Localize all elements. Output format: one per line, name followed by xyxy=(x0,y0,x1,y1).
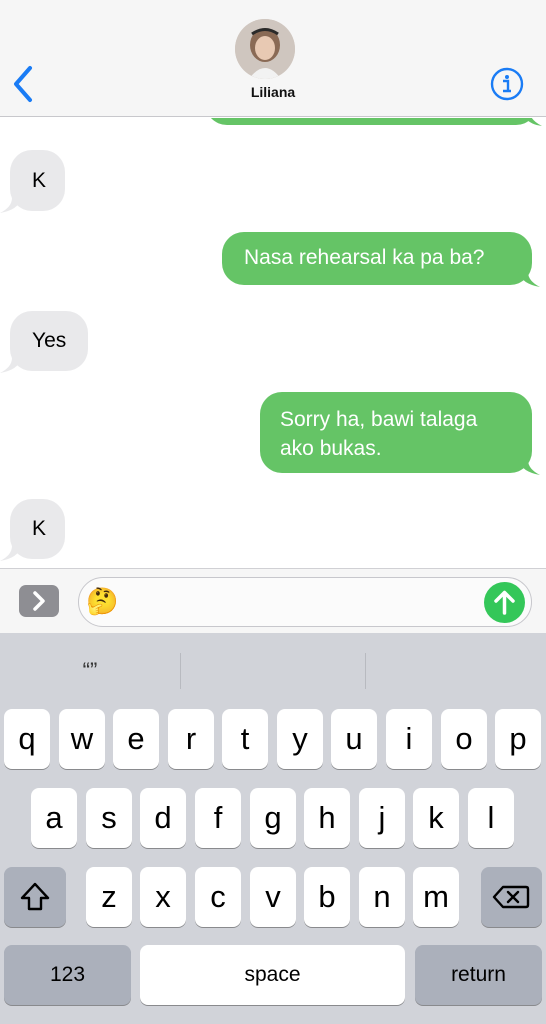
key-q[interactable]: q xyxy=(4,709,50,769)
send-button[interactable] xyxy=(484,582,525,623)
message-text: Yes xyxy=(32,329,67,352)
chevron-right-icon xyxy=(33,591,45,611)
key-h[interactable]: h xyxy=(304,788,350,848)
numbers-key[interactable]: 123 xyxy=(4,945,131,1005)
key-z[interactable]: z xyxy=(86,867,132,927)
input-emoji-text: 🤔 xyxy=(86,586,119,616)
message-text-line: ako bukas. xyxy=(280,437,382,460)
bubble-tail xyxy=(0,198,22,213)
key-t[interactable]: t xyxy=(222,709,268,769)
key-m[interactable]: m xyxy=(413,867,459,927)
key-g[interactable]: g xyxy=(250,788,296,848)
predictive-bar: “” xyxy=(0,633,546,709)
message-thread[interactable]: K Nasa rehearsal ka pa ba? Yes Sorry ha,… xyxy=(0,118,546,568)
message-text-line: Sorry ha, bawi talaga xyxy=(280,408,478,431)
message-bubble-outgoing: Sorry ha, bawi talaga ako bukas. xyxy=(260,392,532,473)
suggestion-item[interactable]: “” xyxy=(0,651,180,691)
return-key[interactable]: return xyxy=(415,945,542,1005)
key-e[interactable]: e xyxy=(113,709,159,769)
key-u[interactable]: u xyxy=(331,709,377,769)
key-a[interactable]: a xyxy=(31,788,77,848)
key-k[interactable]: k xyxy=(413,788,459,848)
key-j[interactable]: j xyxy=(359,788,405,848)
message-text: K xyxy=(32,517,47,540)
key-n[interactable]: n xyxy=(359,867,405,927)
key-b[interactable]: b xyxy=(304,867,350,927)
key-w[interactable]: w xyxy=(59,709,105,769)
message-input[interactable] xyxy=(78,577,532,627)
conversation-header: Liliana xyxy=(0,0,546,117)
contact-name[interactable]: Liliana xyxy=(0,84,546,100)
message-bubble-outgoing: Nasa rehearsal ka pa ba? xyxy=(222,232,532,285)
key-d[interactable]: d xyxy=(140,788,186,848)
key-x[interactable]: x xyxy=(140,867,186,927)
key-v[interactable]: v xyxy=(250,867,296,927)
shift-arrow-icon xyxy=(20,882,50,911)
bubble-tail xyxy=(518,460,540,475)
app-drawer-button[interactable] xyxy=(19,585,59,617)
suggestion-item[interactable] xyxy=(181,651,365,691)
contact-avatar[interactable] xyxy=(235,19,295,79)
key-y[interactable]: y xyxy=(277,709,323,769)
keyboard: “” q w e r t y u i o p a s d f g h j k l… xyxy=(0,633,546,1024)
delete-key[interactable] xyxy=(481,867,542,927)
space-key[interactable]: space xyxy=(140,945,405,1005)
message-bubble-outgoing-partial xyxy=(205,118,538,125)
info-icon[interactable] xyxy=(490,67,524,101)
key-f[interactable]: f xyxy=(195,788,241,848)
bubble-tail xyxy=(525,118,542,126)
key-r[interactable]: r xyxy=(168,709,214,769)
key-p[interactable]: p xyxy=(495,709,541,769)
key-c[interactable]: c xyxy=(195,867,241,927)
message-text: K xyxy=(32,169,47,192)
arrow-up-icon xyxy=(494,590,515,615)
key-i[interactable]: i xyxy=(386,709,432,769)
shift-key[interactable] xyxy=(4,867,66,927)
backspace-icon xyxy=(492,885,530,909)
bubble-tail xyxy=(0,358,22,373)
message-input-bar xyxy=(0,568,546,633)
key-o[interactable]: o xyxy=(441,709,487,769)
bubble-tail xyxy=(518,272,540,287)
key-s[interactable]: s xyxy=(86,788,132,848)
suggestion-item[interactable] xyxy=(366,651,546,691)
key-l[interactable]: l xyxy=(468,788,514,848)
bubble-tail xyxy=(0,546,22,561)
message-text: Nasa rehearsal ka pa ba? xyxy=(244,246,485,269)
